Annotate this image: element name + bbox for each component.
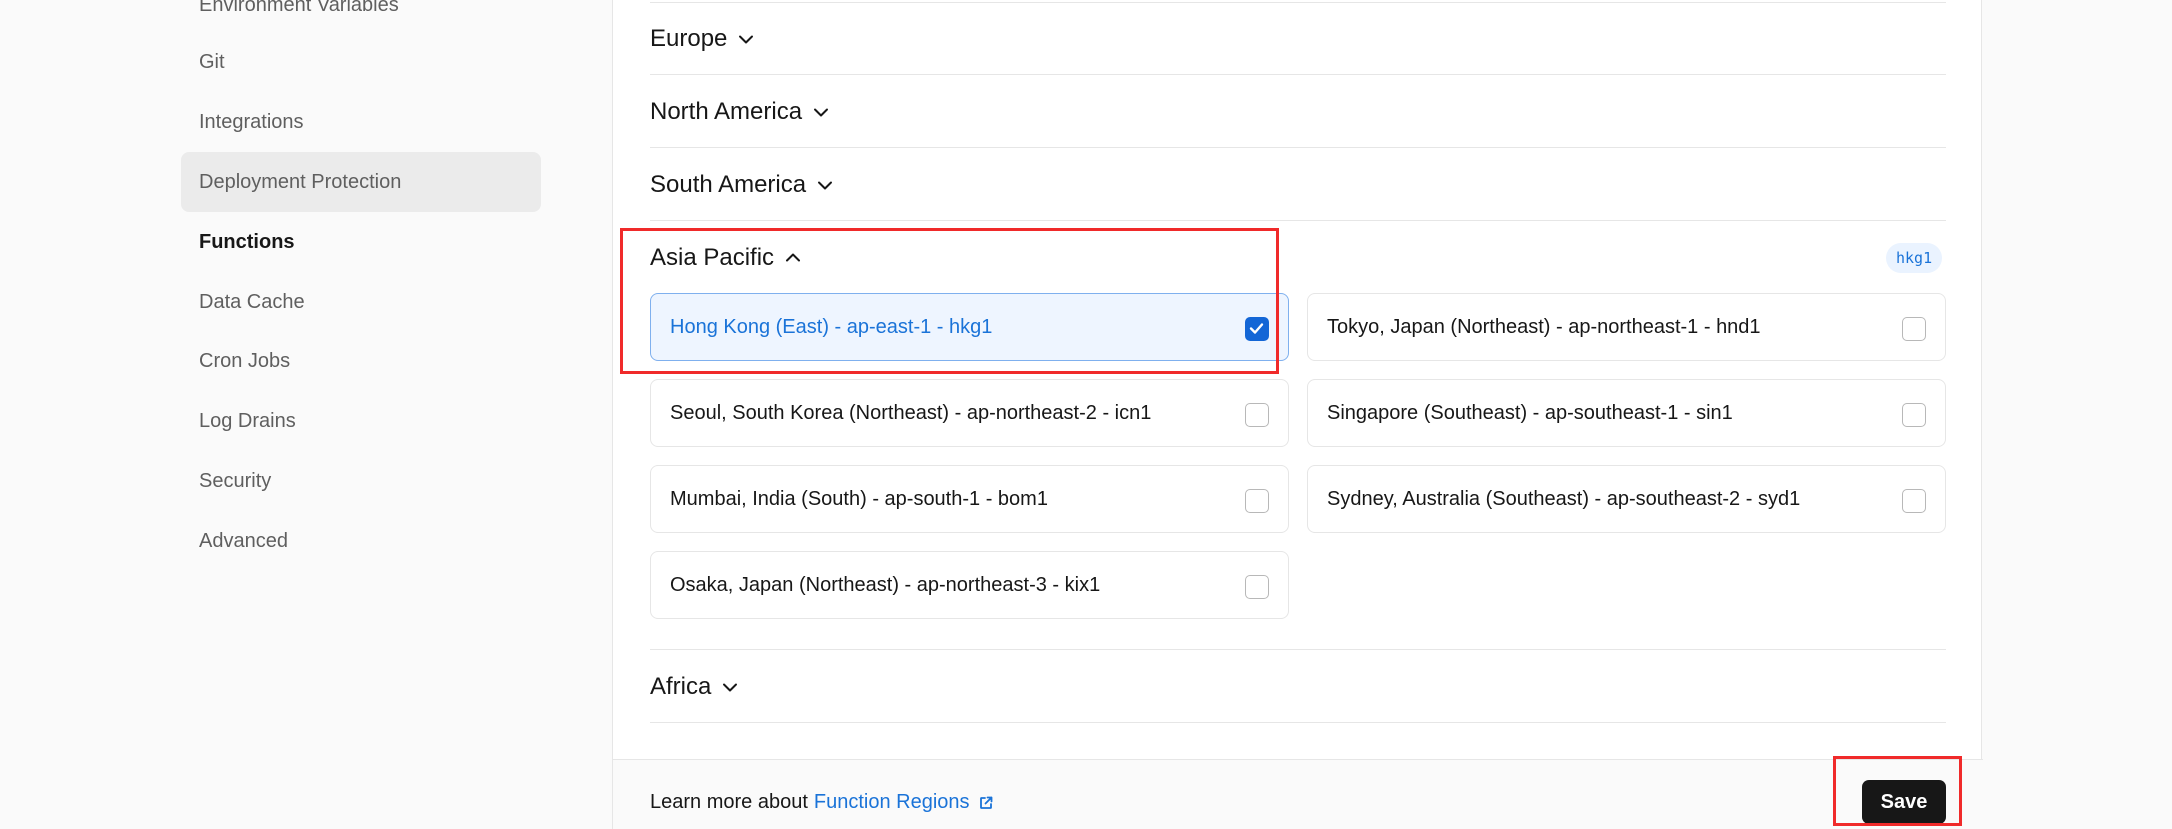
footer-prefix: Learn more about (650, 791, 808, 813)
region-option-syd1[interactable]: Sydney, Australia (Southeast) - ap-south… (1307, 465, 1946, 533)
region-checkbox[interactable] (1902, 489, 1926, 513)
sidebar-item-advanced[interactable]: Advanced (181, 511, 541, 571)
settings-sidebar: Environment Variables Git Integrations D… (0, 0, 612, 829)
region-group-label: North America (650, 98, 803, 125)
region-option-kix1[interactable]: Osaka, Japan (Northeast) - ap-northeast-… (650, 551, 1289, 619)
region-option-label: Sydney, Australia (Southeast) - ap-south… (1327, 487, 1801, 510)
divider (650, 147, 1946, 148)
region-group-europe[interactable]: Europe (650, 19, 755, 59)
sidebar-item-deployment-protection[interactable]: Deployment Protection (181, 152, 541, 212)
function-regions-link-label: Function Regions (813, 791, 970, 813)
region-option-hkg1[interactable]: Hong Kong (East) - ap-east-1 - hkg1 (650, 293, 1289, 361)
region-group-label: Europe (650, 25, 728, 52)
region-option-label: Seoul, South Korea (Northeast) - ap-nort… (670, 401, 1152, 424)
panel-footer: Learn more about Function Regions Save (613, 759, 1983, 829)
region-group-africa[interactable]: Africa (650, 667, 739, 707)
chevron-down-icon (737, 30, 755, 48)
divider (650, 649, 1946, 650)
divider (650, 220, 1946, 221)
sidebar-item-git[interactable]: Git (181, 32, 541, 92)
sidebar-item-data-cache[interactable]: Data Cache (181, 272, 541, 332)
chevron-up-icon (784, 249, 802, 267)
chevron-down-icon (721, 678, 739, 696)
sidebar-item-functions[interactable]: Functions (181, 212, 541, 272)
region-option-label: Hong Kong (East) - ap-east-1 - hkg1 (670, 315, 993, 338)
footer-help-text: Learn more about Function Regions (650, 791, 994, 814)
region-group-north-america[interactable]: North America (650, 92, 830, 132)
chevron-down-icon (812, 103, 830, 121)
region-checkbox[interactable] (1245, 317, 1269, 341)
region-option-bom1[interactable]: Mumbai, India (South) - ap-south-1 - bom… (650, 465, 1289, 533)
region-group-label: Africa (650, 673, 712, 700)
function-regions-panel: Europe North America South America Asia … (612, 0, 1983, 829)
check-icon (1249, 323, 1264, 334)
divider (650, 74, 1946, 75)
region-checkbox[interactable] (1902, 403, 1926, 427)
region-checkbox[interactable] (1902, 317, 1926, 341)
sidebar-item-security[interactable]: Security (181, 451, 541, 511)
region-option-label: Mumbai, India (South) - ap-south-1 - bom… (670, 487, 1048, 510)
region-option-label: Osaka, Japan (Northeast) - ap-northeast-… (670, 573, 1101, 596)
divider (650, 722, 1946, 723)
region-checkbox[interactable] (1245, 489, 1269, 513)
sidebar-item-cron-jobs[interactable]: Cron Jobs (181, 331, 541, 391)
selected-region-badge: hkg1 (1886, 243, 1943, 273)
sidebar-item-integrations[interactable]: Integrations (181, 92, 541, 152)
region-option-sin1[interactable]: Singapore (Southeast) - ap-southeast-1 -… (1307, 379, 1946, 447)
region-group-south-america[interactable]: South America (650, 165, 834, 205)
function-regions-link[interactable]: Function Regions (814, 791, 994, 814)
save-button[interactable]: Save (1862, 780, 1946, 824)
region-checkbox[interactable] (1245, 575, 1269, 599)
region-option-label: Singapore (Southeast) - ap-southeast-1 -… (1327, 401, 1733, 424)
region-option-icn1[interactable]: Seoul, South Korea (Northeast) - ap-nort… (650, 379, 1289, 447)
region-checkbox[interactable] (1245, 403, 1269, 427)
region-option-hnd1[interactable]: Tokyo, Japan (Northeast) - ap-northeast-… (1307, 293, 1946, 361)
sidebar-item-environment-variables[interactable]: Environment Variables (181, 0, 541, 35)
region-group-asia-pacific[interactable]: Asia Pacific (650, 238, 802, 278)
region-group-label: South America (650, 171, 807, 198)
region-option-label: Tokyo, Japan (Northeast) - ap-northeast-… (1327, 315, 1761, 338)
sidebar-item-log-drains[interactable]: Log Drains (181, 391, 541, 451)
region-group-label: Asia Pacific (650, 244, 775, 271)
chevron-down-icon (816, 176, 834, 194)
divider (650, 2, 1946, 3)
external-link-icon (978, 795, 994, 811)
